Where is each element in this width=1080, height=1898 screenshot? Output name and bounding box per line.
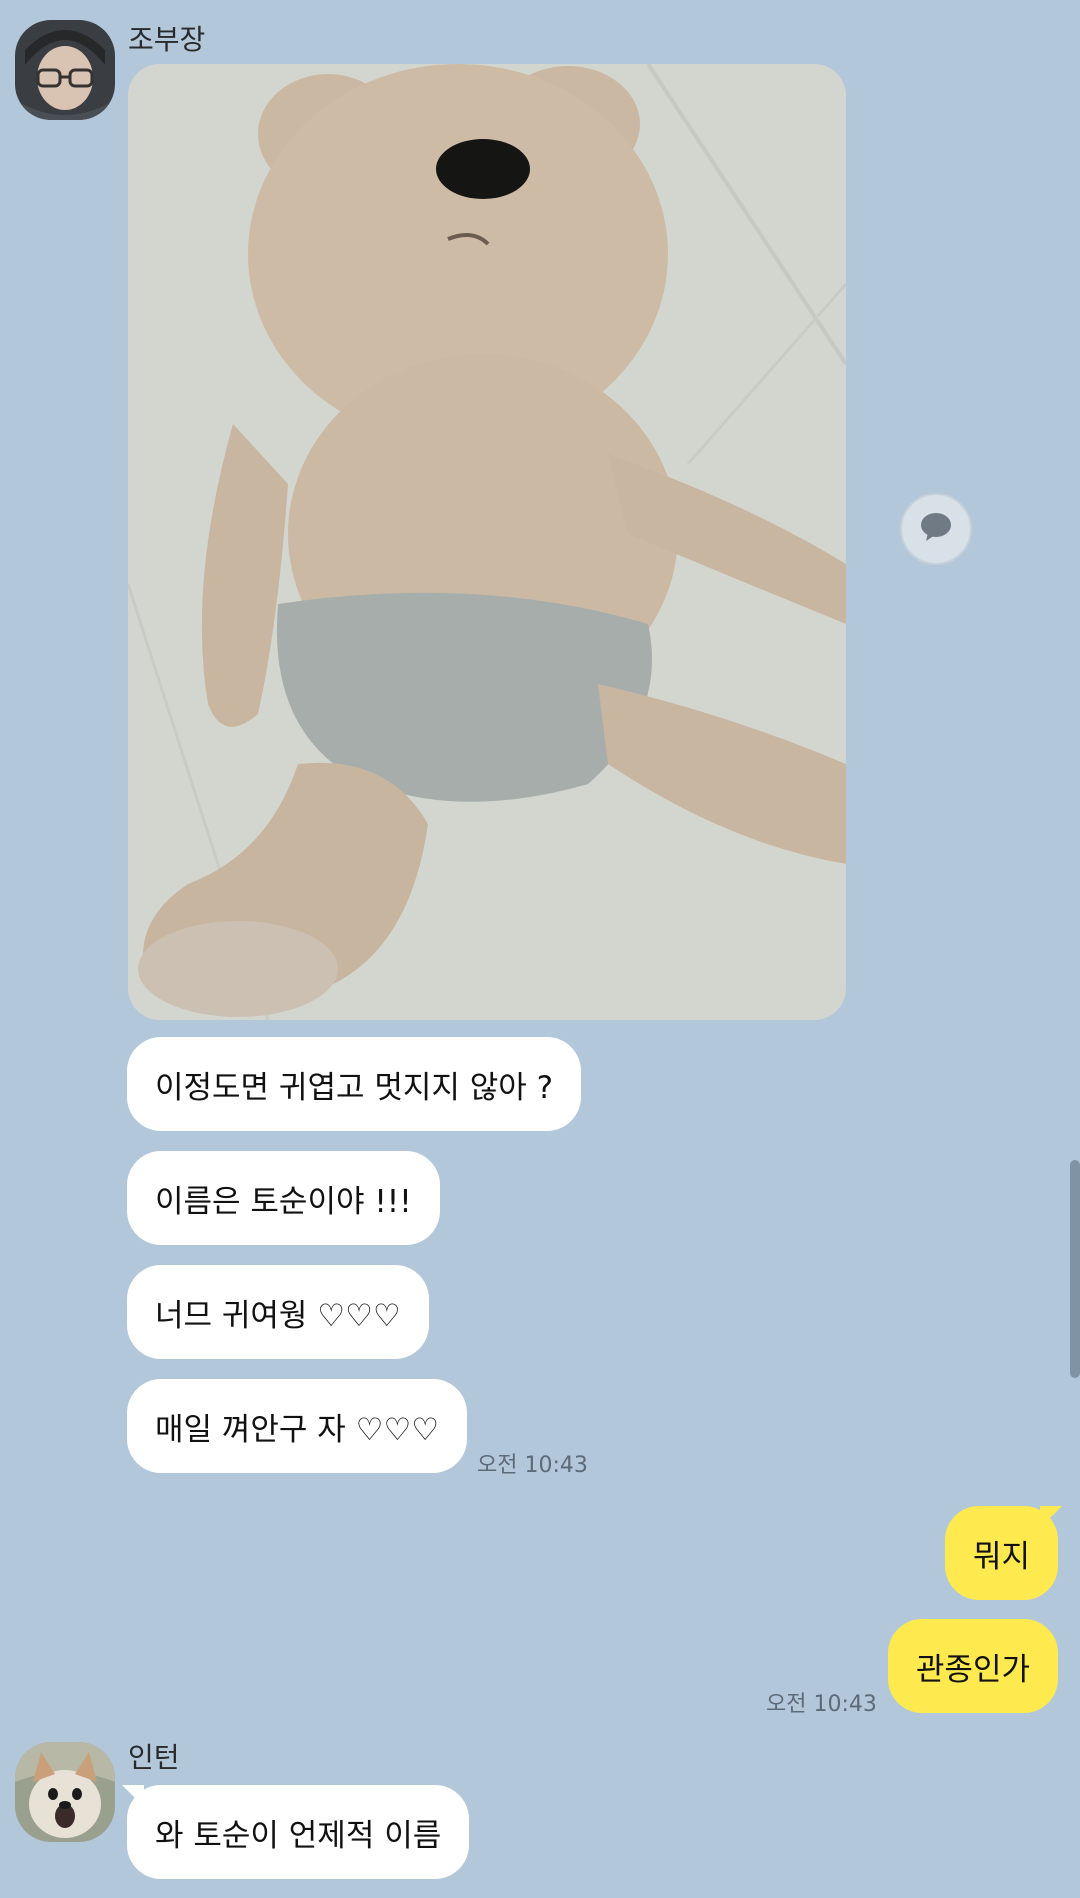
bubble-tail [122,1785,144,1807]
avatar-sender2[interactable] [15,1742,115,1842]
my-message-bubble[interactable]: 관종인가 [887,1619,1058,1713]
message-bubble[interactable]: 너므 귀여웡 ♡♡♡ [127,1265,429,1359]
photo-message[interactable] [128,64,846,1020]
message-timestamp: 오전 10:43 [477,1453,588,1478]
comment-button[interactable] [900,493,972,565]
avatar-sender1[interactable] [15,20,115,120]
sender-name: 조부장 [128,23,206,56]
speech-bubble-icon [920,512,952,546]
sender-name: 인턴 [128,1741,180,1774]
scrollbar[interactable] [1070,1160,1080,1378]
message-bubble[interactable]: 매일 껴안구 자 ♡♡♡ [127,1379,468,1473]
message-bubble[interactable]: 이름은 토순이야 !!! [127,1151,440,1245]
message-timestamp: 오전 10:43 [766,1692,877,1717]
message-bubble[interactable]: 와 토순이 언제적 이름 [127,1785,470,1879]
bubble-tail [1040,1506,1062,1528]
message-bubble[interactable]: 이정도면 귀엽고 멋지지 않아 ? [127,1037,582,1131]
